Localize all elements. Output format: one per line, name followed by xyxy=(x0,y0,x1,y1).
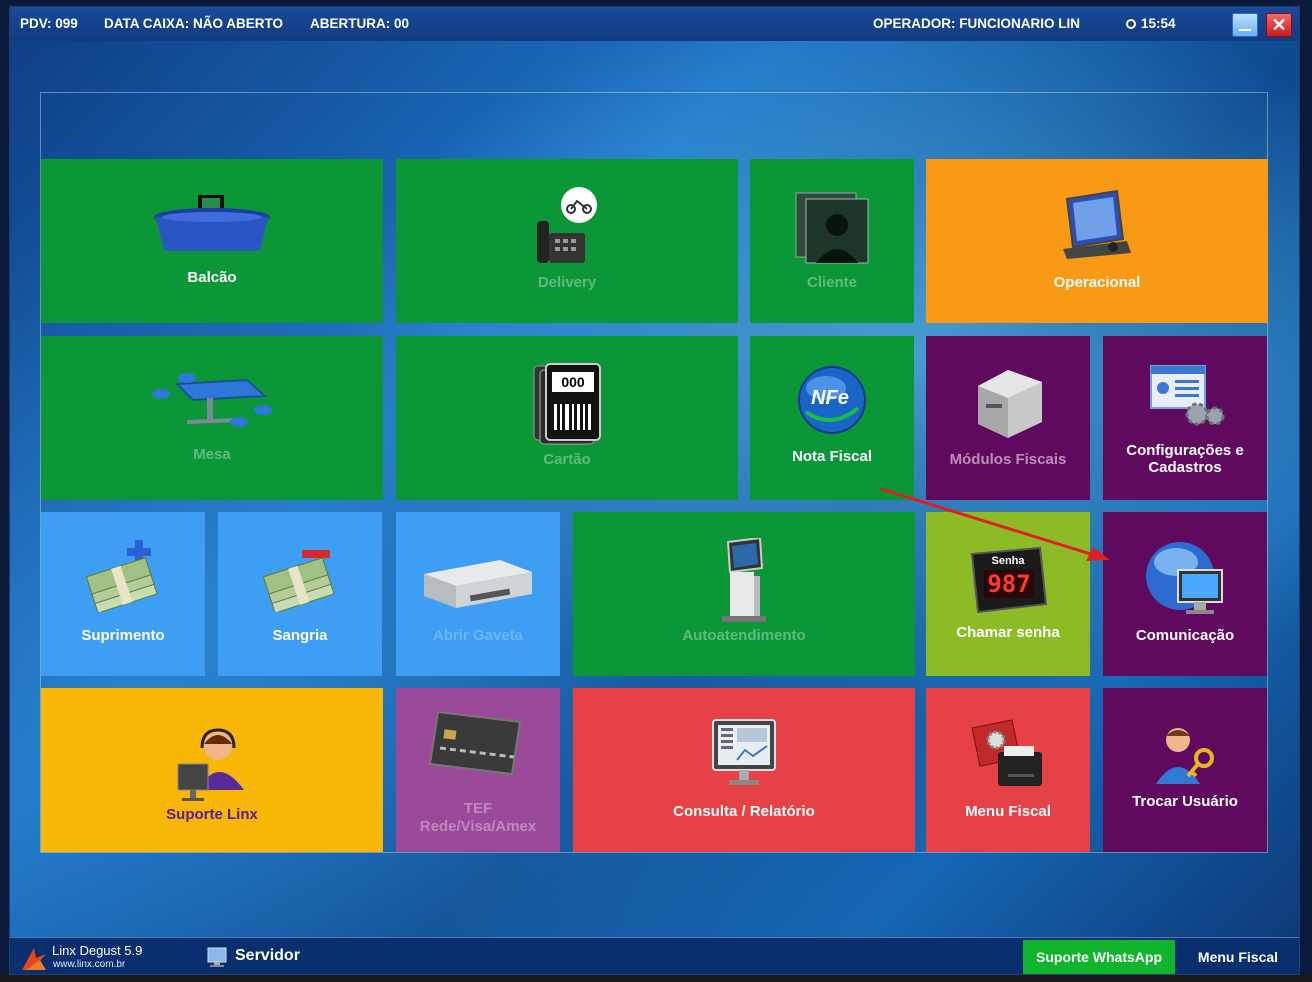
tile-suprimento[interactable]: Suprimento xyxy=(41,512,205,676)
tile-menu-fiscal-label: Menu Fiscal xyxy=(965,803,1051,820)
customer-icon xyxy=(795,192,869,264)
tile-tef[interactable]: TEF Rede/Visa/Amex xyxy=(396,688,560,852)
tile-configuracoes-label-2: Cadastros xyxy=(1148,459,1222,476)
ticket-display-icon: Senha 987 xyxy=(970,546,1048,614)
network-globe-icon xyxy=(1146,542,1223,614)
svg-text:987: 987 xyxy=(987,570,1030,598)
credit-card-icon xyxy=(428,710,522,776)
table-icon xyxy=(152,373,272,427)
tile-abrir-gaveta-label: Abrir Gaveta xyxy=(432,627,524,644)
clock: 15:54 xyxy=(1126,16,1176,31)
tile-cliente[interactable]: Cliente xyxy=(750,159,914,323)
tile-mesa[interactable]: Mesa xyxy=(41,336,383,500)
clock-icon xyxy=(1126,19,1136,29)
kiosk-icon xyxy=(722,538,766,622)
tile-consulta-relatorio-label: Consulta / Relatório xyxy=(673,803,815,820)
bottom-bar: Linx Degust 5.9 www.linx.com.br Servidor… xyxy=(10,937,1299,974)
linx-logo-icon xyxy=(22,948,46,970)
app-name: Linx Degust 5.9 xyxy=(52,943,143,958)
operational-terminal-icon xyxy=(1063,189,1131,259)
tile-menu-fiscal[interactable]: Menu Fiscal xyxy=(926,688,1090,852)
opening-count: ABERTURA: 00 xyxy=(310,16,410,31)
tile-trocar-usuario[interactable]: Trocar Usuário xyxy=(1103,688,1267,852)
tile-cartao[interactable]: 000 Cartão xyxy=(396,336,738,500)
fiscal-menu-button[interactable]: Menu Fiscal xyxy=(1175,940,1299,974)
server-label[interactable]: Servidor xyxy=(235,947,300,965)
tile-cartao-label: Cartão xyxy=(543,451,591,468)
support-agent-icon xyxy=(177,728,244,801)
close-button[interactable]: ✕ xyxy=(1266,13,1292,37)
tile-mesa-label: Mesa xyxy=(193,446,231,463)
tile-balcao[interactable]: Balcão xyxy=(41,159,383,323)
tile-operacional[interactable]: Operacional xyxy=(926,159,1268,323)
tile-tef-label-2: Rede/Visa/Amex xyxy=(419,818,537,835)
tile-balcao-label: Balcão xyxy=(187,269,237,286)
pdv-number: PDV: 099 xyxy=(20,16,78,31)
tile-chamar-senha[interactable]: Senha 987 Chamar senha xyxy=(926,512,1090,676)
operator-name: OPERADOR: FUNCIONARIO LIN xyxy=(873,16,1080,31)
tile-configuracoes[interactable]: Configurações e Cadastros xyxy=(1103,336,1267,500)
card-stack-icon: 000 xyxy=(533,363,601,445)
report-monitor-icon xyxy=(712,719,776,785)
tile-configuracoes-label-1: Configurações e xyxy=(1126,442,1244,459)
tile-comunicacao-label: Comunicação xyxy=(1135,627,1235,644)
tile-sangria[interactable]: Sangria xyxy=(218,512,382,676)
cash-drawer-icon xyxy=(424,560,532,608)
taskbar-strip xyxy=(0,975,1312,982)
tile-nota-fiscal-label: Nota Fiscal xyxy=(791,448,873,465)
desktop-background: Balcão Delivery Cliente Operacional Mesa… xyxy=(10,41,1299,937)
tile-suporte-linx[interactable]: Suporte Linx xyxy=(41,688,383,852)
settings-gears-icon xyxy=(1150,365,1225,426)
tile-operacional-label: Operacional xyxy=(1053,274,1141,291)
tile-chamar-senha-label: Chamar senha xyxy=(956,624,1060,641)
top-status-bar: PDV: 099 DATA CAIXA: NÃO ABERTO ABERTURA… xyxy=(10,7,1299,41)
svg-text:Senha: Senha xyxy=(991,555,1025,567)
money-plus-icon xyxy=(85,540,158,612)
money-minus-icon xyxy=(262,550,335,612)
cash-date-status: DATA CAIXA: NÃO ABERTO xyxy=(104,16,283,31)
tile-consulta-relatorio[interactable]: Consulta / Relatório xyxy=(573,688,915,852)
svg-text:000: 000 xyxy=(561,374,585,390)
user-key-icon xyxy=(1156,728,1214,784)
tile-trocar-usuario-label: Trocar Usuário xyxy=(1132,793,1238,810)
tile-modulos-fiscais-label: Módulos Fiscais xyxy=(949,451,1067,468)
tile-tef-label-1: TEF xyxy=(463,800,493,817)
fiscal-printer-icon xyxy=(978,370,1042,438)
tile-delivery[interactable]: Delivery xyxy=(396,159,738,323)
counter-icon xyxy=(154,195,270,251)
tile-abrir-gaveta[interactable]: Abrir Gaveta xyxy=(396,512,560,676)
tile-nota-fiscal[interactable]: NFe Nota Fiscal xyxy=(750,336,914,500)
clock-time: 15:54 xyxy=(1141,16,1176,31)
tile-cliente-label: Cliente xyxy=(806,274,857,291)
svg-text:NFe: NFe xyxy=(811,387,849,409)
nfe-globe-icon: NFe xyxy=(798,366,866,434)
server-monitor-icon xyxy=(207,947,227,967)
tile-autoatendimento[interactable]: Autoatendimento xyxy=(573,512,915,676)
tile-comunicacao[interactable]: Comunicação xyxy=(1103,512,1267,676)
tile-modulos-fiscais[interactable]: Módulos Fiscais xyxy=(926,336,1090,500)
delivery-phone-icon xyxy=(537,187,597,263)
tile-delivery-label: Delivery xyxy=(537,274,597,291)
minimize-button[interactable] xyxy=(1232,13,1258,37)
whatsapp-support-button[interactable]: Suporte WhatsApp xyxy=(1023,940,1175,974)
tile-sangria-label: Sangria xyxy=(272,627,328,644)
app-url: www.linx.com.br xyxy=(53,959,126,970)
pdv-window: PDV: 099 DATA CAIXA: NÃO ABERTO ABERTURA… xyxy=(9,6,1300,975)
tile-suprimento-label: Suprimento xyxy=(81,627,165,644)
fiscal-menu-printer-icon xyxy=(971,719,1042,786)
tile-autoatendimento-label: Autoatendimento xyxy=(682,627,806,644)
tile-suporte-linx-label: Suporte Linx xyxy=(166,806,258,823)
